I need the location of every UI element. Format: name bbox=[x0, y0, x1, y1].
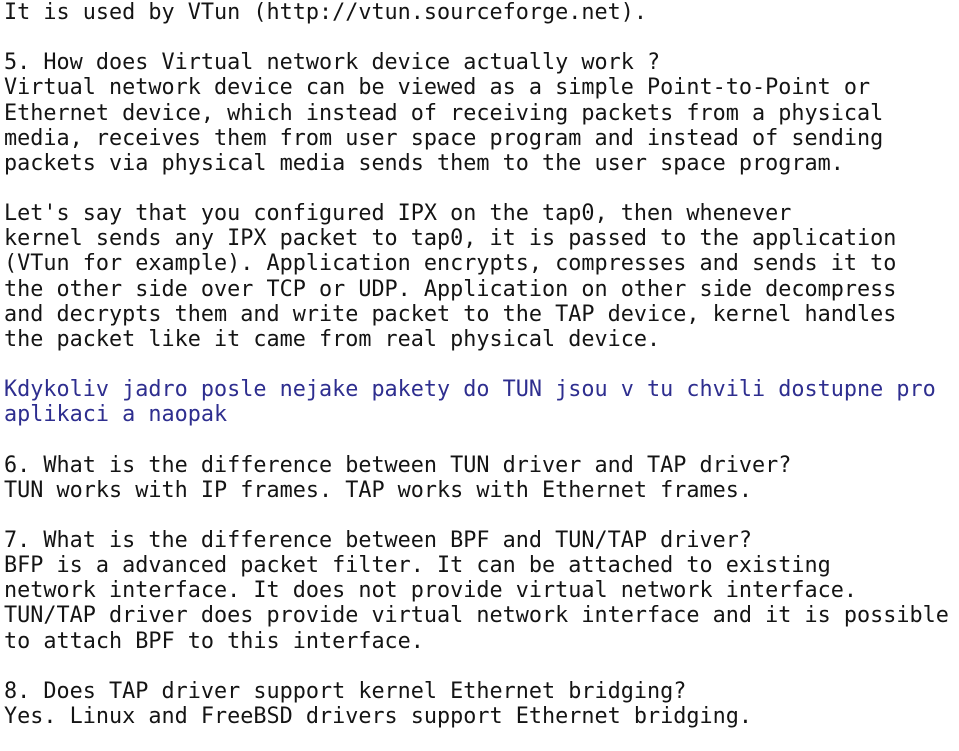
block-czech-note: Kdykoliv jadro posle nejake pakety do TU… bbox=[4, 377, 956, 427]
document-text-body: It is used by VTun (http://vtun.sourcefo… bbox=[4, 0, 956, 729]
block-q8: 8. Does TAP driver support kernel Ethern… bbox=[4, 679, 956, 729]
text-line: and decrypts them and write packet to th… bbox=[4, 301, 897, 327]
block-q7: 7. What is the difference between BPF an… bbox=[4, 528, 956, 654]
block-q5: 5. How does Virtual network device actua… bbox=[4, 50, 956, 176]
text-line: BFP is a advanced packet filter. It can … bbox=[4, 553, 831, 579]
text-line: TUN/TAP driver does provide virtual netw… bbox=[4, 603, 949, 629]
text-line: media, receives them from user space pro… bbox=[4, 125, 884, 151]
text-line: the packet like it came from real physic… bbox=[4, 326, 661, 352]
block-q6: 6. What is the difference between TUN dr… bbox=[4, 453, 956, 503]
text-line: kernel sends any IPX packet to tap0, it … bbox=[4, 226, 897, 252]
text-line: packets via physical media sends them to… bbox=[4, 150, 844, 176]
block-vtun-reference: It is used by VTun (http://vtun.sourcefo… bbox=[4, 0, 956, 25]
text-line: to attach BPF to this interface. bbox=[4, 628, 424, 654]
text-line: 8. Does TAP driver support kernel Ethern… bbox=[4, 678, 687, 704]
text-line: Let's say that you configured IPX on the… bbox=[4, 201, 792, 227]
text-line: 7. What is the difference between BPF an… bbox=[4, 527, 753, 553]
text-line: network interface. It does not provide v… bbox=[4, 578, 857, 604]
text-line: 5. How does Virtual network device actua… bbox=[4, 50, 661, 76]
text-line: Yes. Linux and FreeBSD drivers support E… bbox=[4, 703, 753, 729]
text-line: TUN works with IP frames. TAP works with… bbox=[4, 477, 753, 503]
document-page: It is used by VTun (http://vtun.sourcefo… bbox=[0, 0, 959, 751]
block-q5-example: Let's say that you configured IPX on the… bbox=[4, 201, 956, 352]
text-line: Virtual network device can be viewed as … bbox=[4, 75, 871, 101]
text-line: Kdykoliv jadro posle nejake pakety do TU… bbox=[4, 377, 936, 403]
text-line: aplikaci a naopak bbox=[4, 402, 228, 428]
text-line: It is used by VTun (http://vtun.sourcefo… bbox=[4, 0, 648, 25]
text-line: (VTun for example). Application encrypts… bbox=[4, 251, 897, 277]
text-line: Ethernet device, which instead of receiv… bbox=[4, 100, 884, 126]
text-line: the other side over TCP or UDP. Applicat… bbox=[4, 276, 897, 302]
text-line: 6. What is the difference between TUN dr… bbox=[4, 452, 792, 478]
